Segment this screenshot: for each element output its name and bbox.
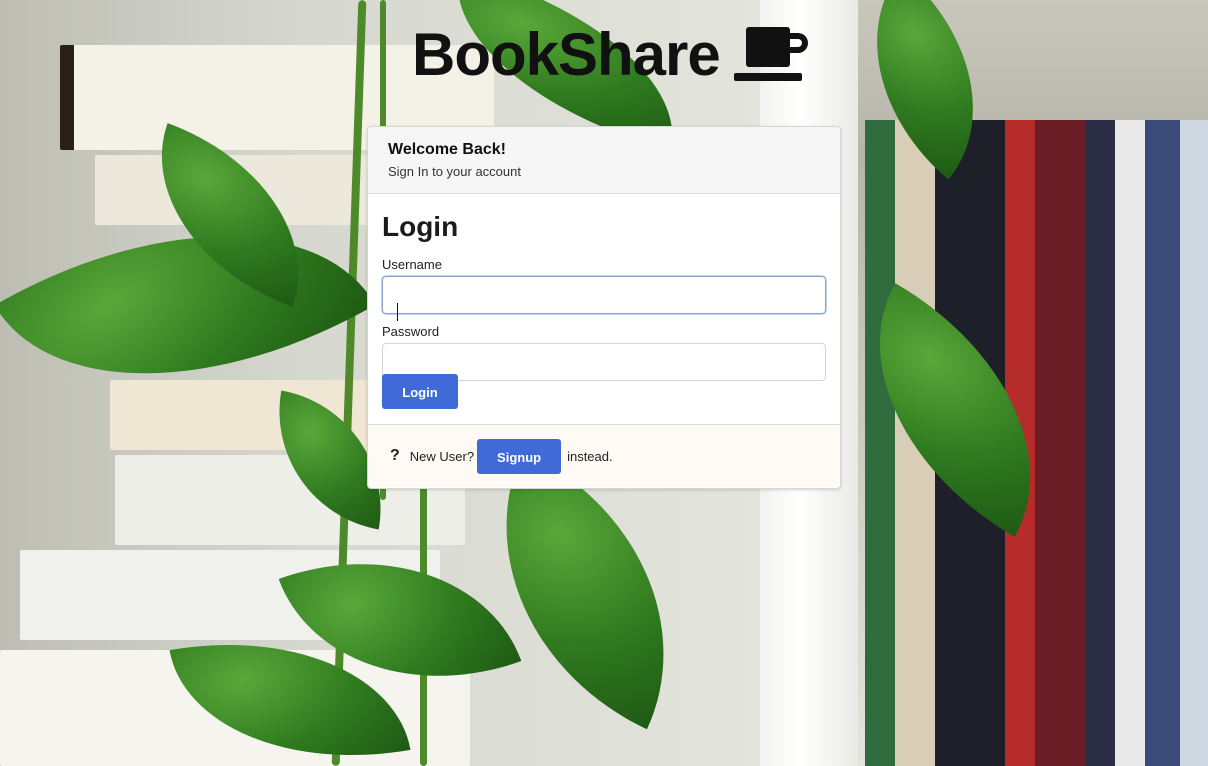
signup-suffix: instead. (567, 448, 613, 464)
card-header: Welcome Back! Sign In to your account (368, 127, 840, 194)
coffee-mug-icon (733, 27, 810, 83)
login-form: Login Username Password Login (368, 194, 840, 425)
brand-name: BookShare (412, 21, 721, 88)
username-input[interactable] (382, 276, 826, 314)
signup-footer: ? New User? Signup instead. (368, 425, 840, 487)
username-label: Username (382, 257, 442, 272)
brand-logo: BookShare (412, 20, 810, 90)
password-label: Password (382, 324, 440, 339)
new-user-prompt: New User? (409, 448, 475, 464)
login-card: Welcome Back! Sign In to your account Lo… (367, 126, 841, 489)
signup-button[interactable]: Signup (477, 438, 562, 474)
login-button[interactable]: Login (382, 374, 458, 409)
login-heading: Login (382, 211, 459, 242)
question-mark-icon: ? (390, 447, 400, 464)
welcome-title: Welcome Back! (388, 141, 506, 158)
welcome-subtitle: Sign In to your account (388, 164, 521, 179)
text-cursor (397, 303, 398, 321)
